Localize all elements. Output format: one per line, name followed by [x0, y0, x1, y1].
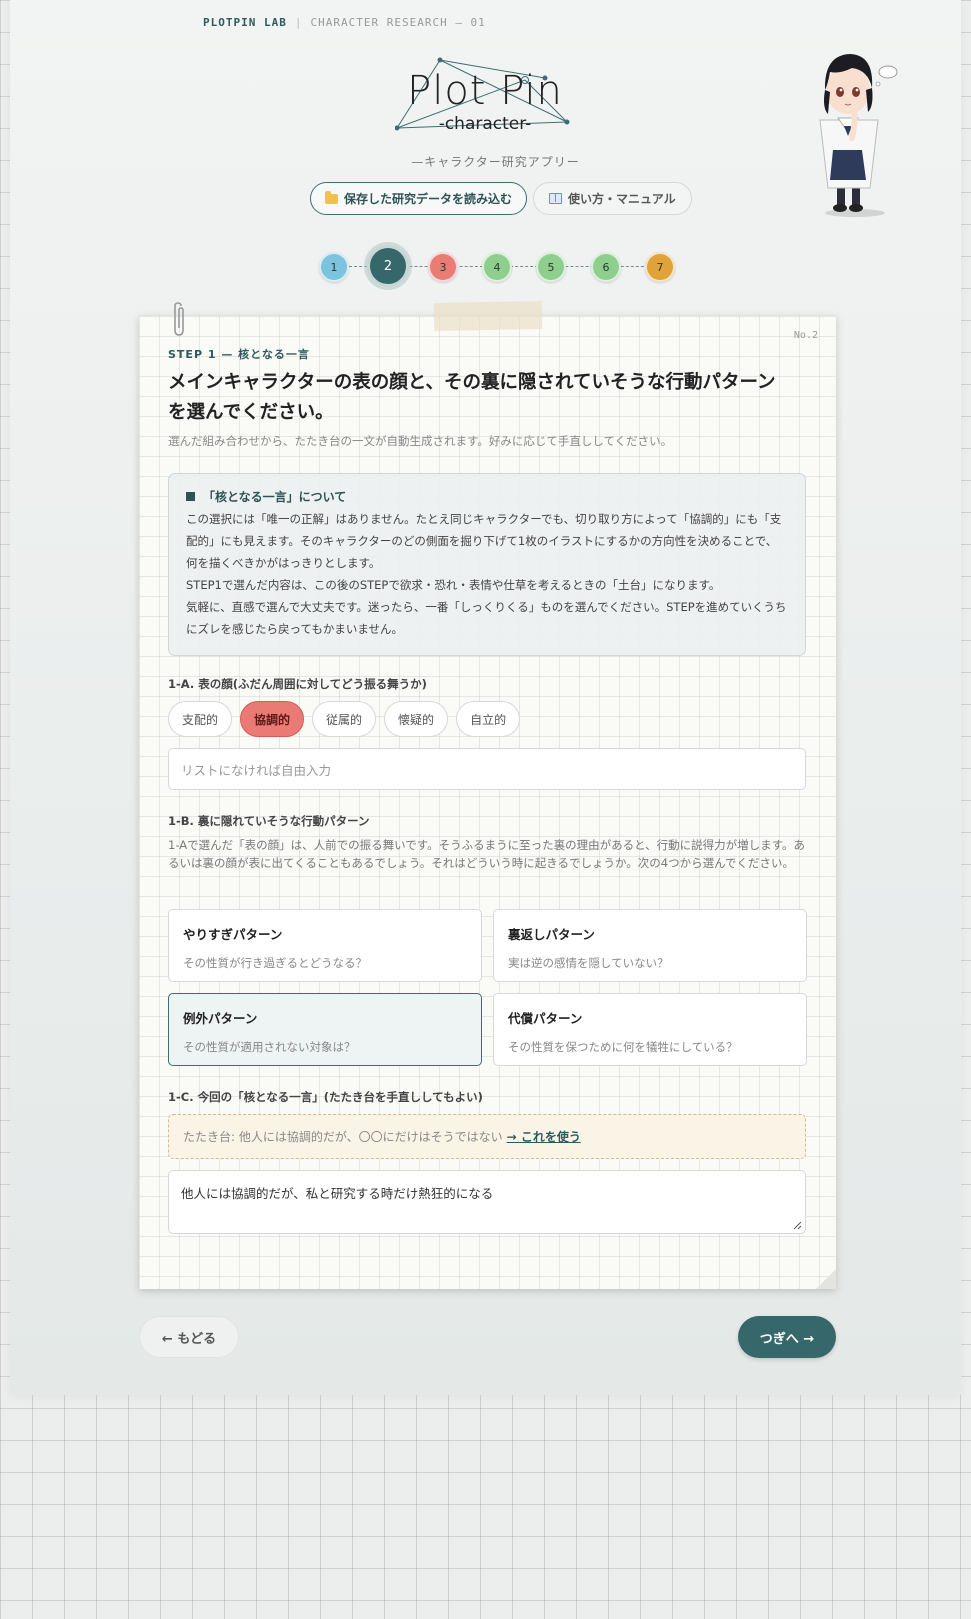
section-b-label: 1-B. 裏に隠れていそうな行動パターン — [168, 814, 370, 828]
back-button[interactable]: ← もどる — [139, 1316, 239, 1358]
resize-handle-icon[interactable] — [792, 1220, 802, 1230]
use-draft-link[interactable]: → これを使う — [507, 1128, 581, 1145]
app-logo: Plot Pin -character- — [395, 50, 605, 150]
page-number: No.2 — [793, 330, 818, 341]
brand-separator: | — [294, 16, 303, 29]
pattern-exception[interactable]: 例外パターン その性質が適用されない対象は？ — [168, 993, 482, 1066]
book-icon — [549, 193, 563, 204]
load-data-label: 保存した研究データを読み込む — [344, 192, 513, 206]
section-b-help: 1-Aで選んだ「表の顔」は、人前での振る舞いです。そうふるまうに至った裏の理由が… — [168, 838, 805, 870]
manual-button[interactable]: 使い方・マニュアル — [533, 182, 692, 215]
step-6[interactable]: 6 — [591, 252, 621, 282]
info-body: この選択には「唯一の正解」はありません。たとえ同じキャラクターでも、切り取り方に… — [186, 512, 782, 570]
info-box: 「核となる一言」について この選択には「唯一の正解」はありません。たとえ同じキャ… — [168, 473, 806, 656]
pattern-compensation[interactable]: 代償パターン その性質を保つために何を犠牲にしている？ — [493, 993, 807, 1066]
worksheet-card: No.2 STEP 1 — 核となる一言 メインキャラクターの表の顔と、その裏に… — [139, 301, 836, 1289]
logo-subtitle: -character- — [438, 114, 532, 134]
step-1[interactable]: 1 — [319, 252, 349, 282]
pattern-desc: 実は逆の感情を隠していない？ — [508, 956, 669, 970]
pattern-desc: その性質を保つために何を犠牲にしている？ — [508, 1040, 738, 1054]
draft-hint-text: たたき台: 他人には協調的だが、〇〇にだけはそうではない — [183, 1130, 503, 1144]
free-text-input[interactable]: リストになければ自由入力 — [168, 748, 806, 790]
info-body-2: STEP1で選んだ内容は、この後のSTEPで欲求・恐れ・表情や仕草を考えるときの… — [186, 578, 721, 592]
page-curl — [816, 1269, 836, 1289]
core-phrase-textarea[interactable]: 他人には協調的だが、私と研究する時だけ熱狂的になる — [168, 1170, 806, 1234]
pattern-title: やりすぎパターン — [183, 927, 283, 942]
step-4[interactable]: 4 — [482, 252, 512, 282]
core-phrase-value: 他人には協調的だが、私と研究する時だけ熱狂的になる — [181, 1186, 494, 1201]
paperclip-icon — [174, 302, 184, 336]
chip-submissive[interactable]: 従属的 — [312, 701, 377, 737]
pattern-options: やりすぎパターン その性質が行き過ぎるとどうなる？ 裏返しパターン 実は逆の感情… — [168, 909, 807, 1066]
brand-name: PLOTPIN LAB — [203, 16, 287, 29]
pattern-desc: その性質が行き過ぎるとどうなる？ — [183, 956, 367, 970]
surface-face-chips: 支配的 協調的 従属的 懐疑的 自立的 — [168, 701, 521, 737]
draft-hint-box: たたき台: 他人には協調的だが、〇〇にだけはそうではない → これを使う — [168, 1114, 806, 1159]
step-5[interactable]: 5 — [536, 252, 566, 282]
load-data-button[interactable]: 保存した研究データを読み込む — [310, 182, 528, 215]
step-progress: 1 2 3 4 5 6 7 — [319, 245, 679, 289]
step-3[interactable]: 3 — [428, 252, 458, 282]
pattern-overdo[interactable]: やりすぎパターン その性質が行き過ぎるとどうなる？ — [168, 909, 482, 982]
section-a-label: 1-A. 表の顔(ふだん周囲に対してどう振る舞うか) — [168, 677, 427, 691]
logo-title: Plot Pin — [407, 68, 563, 114]
next-button[interactable]: つぎへ → — [738, 1316, 836, 1358]
brand-bar: PLOTPIN LAB | CHARACTER RESEARCH — 01 — [203, 16, 486, 29]
square-bullet-icon — [186, 492, 195, 501]
pattern-desc: その性質が適用されない対象は？ — [183, 1040, 356, 1054]
info-body-3: 気軽に、直感で選んで大丈夫です。迷ったら、一番「しっくりくる」ものを選んでくださ… — [186, 600, 787, 636]
chip-independent[interactable]: 自立的 — [456, 701, 521, 737]
pattern-title: 代償パターン — [508, 1011, 583, 1026]
info-title-text: 「核となる一言」について — [203, 490, 347, 504]
brand-subtitle: CHARACTER RESEARCH — 01 — [310, 16, 486, 29]
masking-tape — [433, 301, 543, 331]
chip-cooperative[interactable]: 協調的 — [240, 701, 305, 737]
pattern-title: 裏返しパターン — [508, 927, 595, 942]
step-2-current[interactable]: 2 — [367, 245, 409, 287]
pattern-title: 例外パターン — [183, 1011, 258, 1026]
chip-skeptical[interactable]: 懐疑的 — [384, 701, 449, 737]
step-7[interactable]: 7 — [645, 252, 675, 282]
manual-label: 使い方・マニュアル — [568, 192, 676, 206]
chip-dominant[interactable]: 支配的 — [168, 701, 233, 737]
question-help: 選んだ組み合わせから、たたき台の一文が自動生成されます。好みに応じて手直ししてく… — [168, 434, 673, 448]
folder-icon — [325, 190, 338, 204]
step-label: STEP 1 — 核となる一言 — [168, 348, 310, 361]
info-title: 「核となる一言」について — [186, 488, 788, 505]
section-c-label: 1-C. 今回の「核となる一言」(たたき台を手直ししてもよい) — [168, 1090, 483, 1104]
question-heading: メインキャラクターの表の顔と、その裏に隠されていそうな行動パターンを選んでくださ… — [168, 372, 776, 423]
top-buttons: 保存した研究データを読み込む 使い方・マニュアル — [310, 182, 692, 215]
mascot-illustration — [819, 54, 898, 217]
pattern-reverse[interactable]: 裏返しパターン 実は逆の感情を隠していない？ — [493, 909, 807, 982]
